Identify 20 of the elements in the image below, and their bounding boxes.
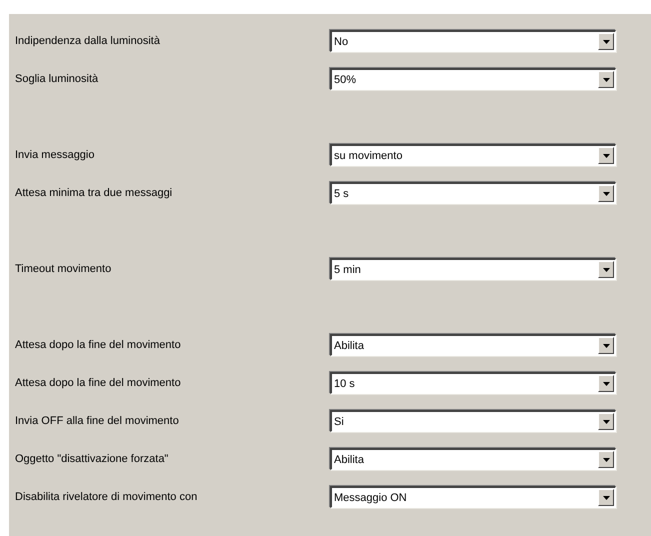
dropdown[interactable]: Si bbox=[330, 410, 616, 432]
setting-label: Invia messaggio bbox=[14, 149, 96, 161]
setting-label: Indipendenza dalla luminosità bbox=[14, 35, 161, 47]
setting-label: Disabilita rivelatore di movimento con bbox=[14, 491, 198, 503]
dropdown[interactable]: 5 s bbox=[330, 182, 616, 204]
dropdown[interactable]: No bbox=[330, 30, 616, 52]
dropdown[interactable]: 50% bbox=[330, 68, 616, 90]
dropdown[interactable]: su movimento bbox=[330, 144, 616, 166]
setting-label: Oggetto "disattivazione forzata" bbox=[14, 453, 170, 465]
dropdown[interactable]: Abilita bbox=[330, 334, 616, 356]
setting-label: Attesa minima tra due messaggi bbox=[14, 187, 174, 199]
setting-label: Attesa dopo la fine del movimento bbox=[14, 377, 182, 389]
dropdown[interactable]: Messaggio ON bbox=[330, 486, 616, 508]
setting-label: Soglia luminosità bbox=[14, 73, 100, 85]
dropdown[interactable]: Abilita bbox=[330, 448, 616, 470]
setting-label: Attesa dopo la fine del movimento bbox=[14, 339, 182, 351]
dropdown[interactable]: 10 s bbox=[330, 372, 616, 394]
setting-label: Timeout movimento bbox=[14, 263, 112, 275]
setting-label: Invia OFF alla fine del movimento bbox=[14, 415, 180, 427]
dropdown[interactable]: 5 min bbox=[330, 258, 616, 280]
